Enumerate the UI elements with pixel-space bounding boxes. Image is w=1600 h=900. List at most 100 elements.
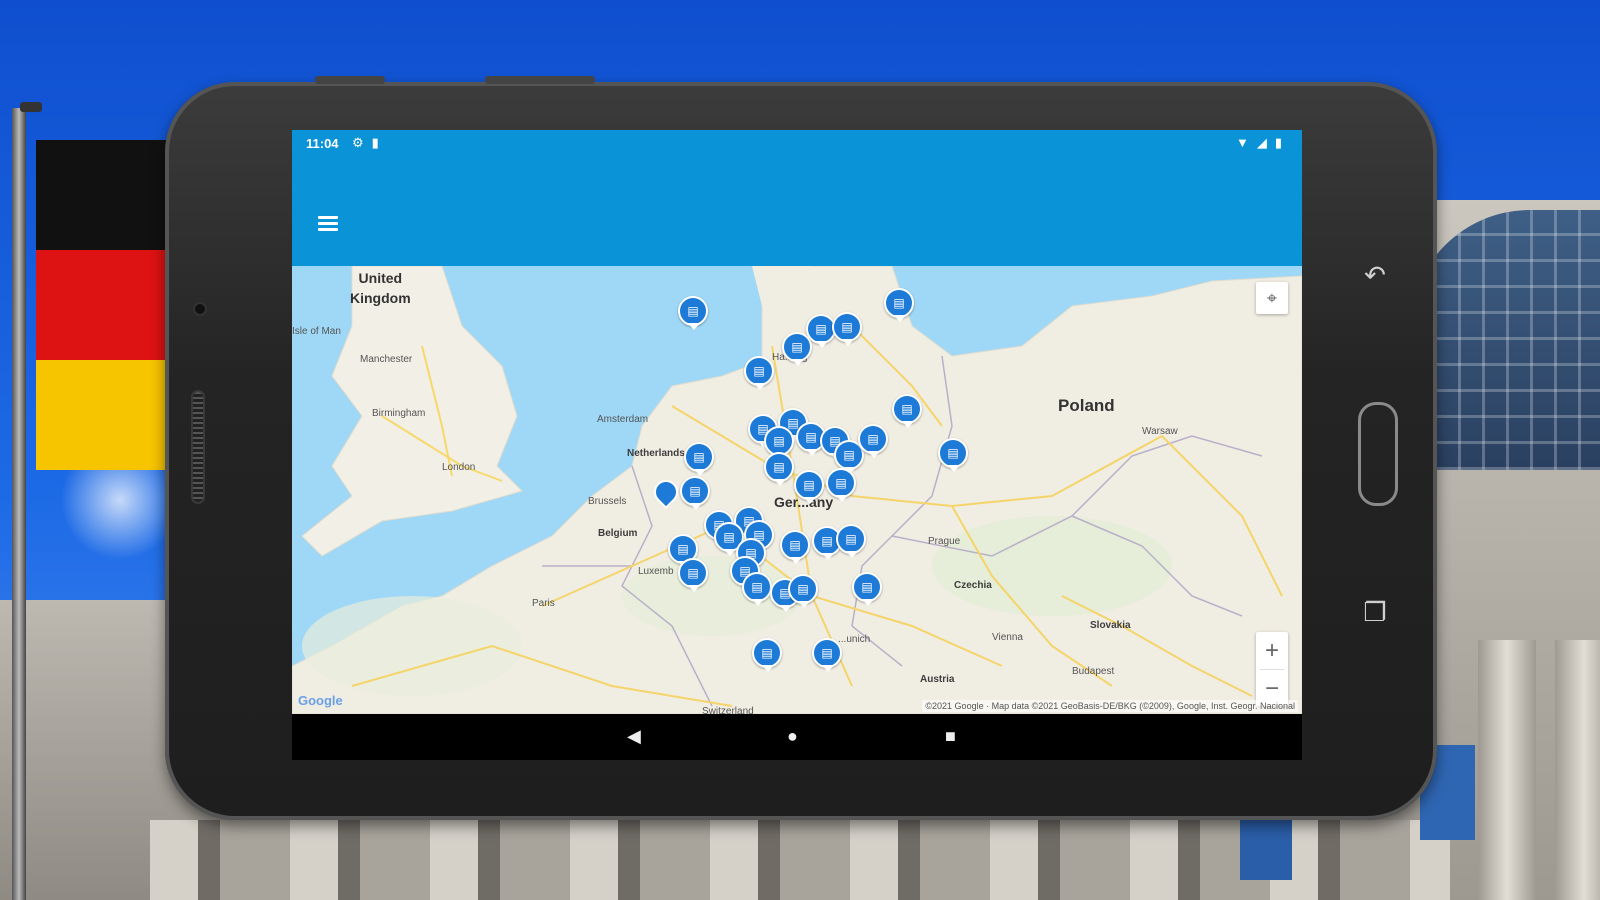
library-marker[interactable]: ▤ — [680, 476, 710, 510]
library-icon: ▤ — [687, 566, 699, 580]
status-bar: 11:04 ⚙▮ ▼◢▮ — [292, 130, 1302, 156]
library-icon: ▤ — [677, 542, 689, 556]
library-icon: ▤ — [693, 450, 705, 464]
library-marker[interactable]: ▤ — [742, 572, 772, 606]
label-netherlands: Netherlands — [627, 448, 685, 459]
label-isle-of-man: Isle of Man — [292, 326, 341, 337]
label-brussels: Brussels — [588, 496, 627, 507]
zoom-control: + − — [1256, 632, 1288, 706]
label-vienna: Vienna — [992, 632, 1023, 643]
library-icon: ▤ — [773, 434, 785, 448]
label-luxembourg: Luxemb — [638, 566, 674, 577]
library-marker[interactable]: ▤ — [794, 470, 824, 504]
german-flag — [36, 140, 168, 470]
library-icon: ▤ — [901, 402, 913, 416]
label-slovakia: Slovakia — [1090, 620, 1131, 631]
map-attribution[interactable]: ©2021 Google · Map data ©2021 GeoBasis-D… — [922, 700, 1298, 712]
library-icon: ▤ — [687, 304, 699, 318]
library-icon: ▤ — [797, 582, 809, 596]
nav-home-button[interactable]: ● — [787, 726, 798, 747]
label-london: London — [442, 462, 476, 473]
zoom-in-button[interactable]: + — [1256, 632, 1288, 669]
library-icon: ▤ — [821, 534, 833, 548]
library-icon: ▤ — [867, 432, 879, 446]
library-icon: ▤ — [841, 320, 853, 334]
library-icon: ▤ — [805, 430, 817, 444]
library-icon: ▤ — [723, 530, 735, 544]
label-paris: Paris — [532, 598, 555, 609]
flagpole-top — [20, 102, 42, 112]
library-marker[interactable]: ▤ — [678, 558, 708, 592]
sd-card-icon: ▮ — [371, 135, 387, 150]
nav-recents-button[interactable]: ■ — [945, 726, 956, 747]
background-column — [1555, 640, 1600, 900]
library-marker[interactable]: ▤ — [858, 424, 888, 458]
library-marker[interactable]: ▤ — [764, 452, 794, 486]
library-icon: ▤ — [947, 446, 959, 460]
label-poland: Poland — [1058, 396, 1115, 415]
tablet-top-button — [485, 76, 595, 84]
library-marker[interactable]: ▤ — [752, 638, 782, 672]
background-column — [1478, 640, 1536, 900]
library-icon: ▤ — [803, 478, 815, 492]
signal-icon: ◢ — [1256, 135, 1275, 150]
wifi-icon: ▼ — [1235, 135, 1257, 150]
library-marker[interactable]: ▤ — [812, 638, 842, 672]
label-manchester: Manchester — [360, 354, 413, 365]
library-icon: ▤ — [751, 580, 763, 594]
library-icon: ▤ — [791, 340, 803, 354]
hardware-recents-icon[interactable]: ❐ — [1360, 597, 1390, 627]
library-icon: ▤ — [773, 460, 785, 474]
label-belgium: Belgium — [598, 528, 638, 539]
library-marker[interactable]: ▤ — [892, 394, 922, 428]
library-icon: ▤ — [789, 538, 801, 552]
map-view[interactable]: United Kingdom Isle of Man Manchester Bi… — [292, 266, 1302, 714]
library-marker[interactable]: ▤ — [678, 296, 708, 330]
library-marker[interactable]: ▤ — [744, 356, 774, 390]
battery-icon: ▮ — [1274, 135, 1290, 150]
gear-icon: ⚙ — [352, 135, 372, 150]
library-icon: ▤ — [815, 322, 827, 336]
library-icon: ▤ — [893, 296, 905, 310]
flagpole — [12, 108, 26, 900]
library-marker[interactable]: ▤ — [852, 572, 882, 606]
library-icon: ▤ — [845, 532, 857, 546]
library-marker[interactable]: ▤ — [782, 332, 812, 366]
status-right-icons: ▼◢▮ — [1236, 135, 1290, 151]
library-marker[interactable]: ▤ — [780, 530, 810, 564]
library-marker[interactable]: ▤ — [836, 524, 866, 558]
library-marker[interactable]: ▤ — [884, 288, 914, 322]
label-united-kingdom: United Kingdom — [350, 270, 411, 306]
background-window — [1240, 820, 1292, 880]
library-icon: ▤ — [861, 580, 873, 594]
nav-back-button[interactable]: ◀ — [627, 726, 641, 747]
library-marker[interactable]: ▤ — [788, 574, 818, 608]
tablet-speaker — [193, 392, 203, 502]
label-czechia: Czechia — [954, 580, 992, 591]
hardware-back-icon[interactable]: ↶ — [1360, 260, 1390, 290]
status-left-icons: ⚙▮ — [352, 135, 387, 151]
library-marker[interactable]: ▤ — [832, 312, 862, 346]
tablet-screen: 11:04 ⚙▮ ▼◢▮ United Kingdom Isle of Man … — [292, 130, 1302, 760]
front-camera — [195, 304, 205, 314]
library-icon: ▤ — [761, 646, 773, 660]
my-location-icon: ⌖ — [1266, 288, 1278, 308]
tablet-device: ↶ ❐ 11:04 ⚙▮ ▼◢▮ United Kingdom Isle of … — [165, 76, 1437, 820]
status-time: 11:04 — [306, 136, 339, 151]
library-marker[interactable]: ▤ — [684, 442, 714, 476]
library-icon: ▤ — [787, 416, 799, 430]
library-icon: ▤ — [689, 484, 701, 498]
my-location-button[interactable]: ⌖ — [1256, 282, 1288, 314]
library-marker[interactable]: ▤ — [938, 438, 968, 472]
google-logo: Google — [298, 693, 343, 708]
app-bar — [292, 156, 1302, 266]
label-warsaw: Warsaw — [1142, 426, 1178, 437]
label-switzerland: Switzerland — [702, 706, 754, 714]
label-austria: Austria — [920, 674, 955, 685]
label-budapest: Budapest — [1072, 666, 1115, 677]
label-birmingham: Birmingham — [372, 408, 426, 419]
tablet-top-button — [315, 76, 385, 84]
hamburger-menu-icon[interactable] — [318, 216, 338, 231]
library-marker[interactable]: ▤ — [826, 468, 856, 502]
hardware-home-button[interactable] — [1358, 402, 1398, 506]
